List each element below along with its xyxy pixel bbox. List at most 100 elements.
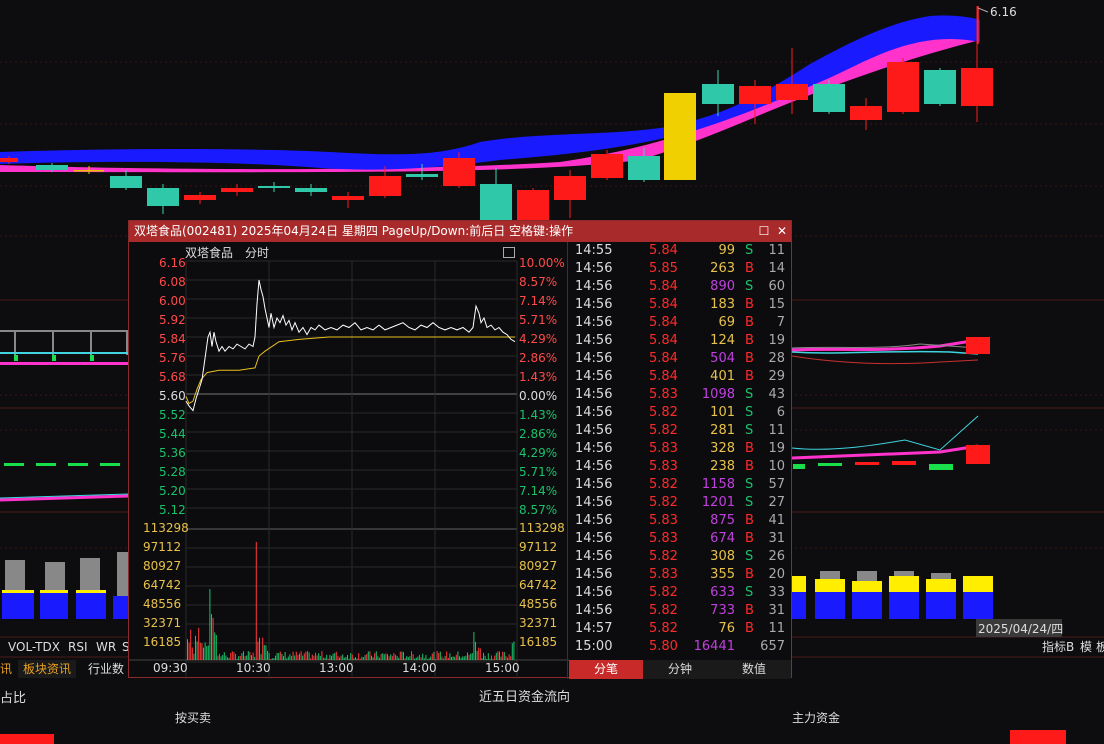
tick-time: 14:56: [575, 333, 613, 348]
tick-price: 5.83: [649, 567, 678, 582]
tick-count: 27: [768, 495, 785, 510]
tick-row[interactable]: 14:56 5.83 875 B 41: [569, 512, 791, 530]
tick-time: 14:56: [575, 261, 613, 276]
intraday-chart[interactable]: [129, 242, 569, 679]
indicator-tab-vol[interactable]: VOL-TDX: [8, 638, 60, 656]
volume-level-label: 64742: [143, 578, 182, 592]
percent-level-label: 1.43%: [519, 408, 558, 422]
tick-row[interactable]: 14:55 5.84 99 S 11: [569, 242, 791, 260]
ratio-label: 占比: [0, 691, 27, 706]
tick-price: 5.84: [649, 315, 678, 330]
tick-row[interactable]: 14:56 5.84 890 S 60: [569, 278, 791, 296]
candlestick: [406, 174, 438, 177]
tick-side: S: [745, 243, 754, 258]
candlestick: [184, 195, 216, 200]
tick-row[interactable]: 14:56 5.82 733 B 31: [569, 602, 791, 620]
tick-volume: 890: [710, 279, 735, 294]
time-axis-label: 14:00: [402, 661, 437, 675]
volume-level-label: 16185: [519, 635, 558, 649]
candlestick: [664, 93, 696, 180]
chart-settings-icon[interactable]: [503, 247, 515, 258]
mode-button[interactable]: 模: [1080, 638, 1092, 655]
percent-level-label: 7.14%: [519, 294, 558, 308]
tick-price: 5.84: [649, 369, 678, 384]
percent-level-label: 4.29%: [519, 446, 558, 460]
tick-time: 14:56: [575, 315, 613, 330]
tick-volume: 328: [710, 441, 735, 456]
price-level-label: 6.00: [159, 294, 186, 308]
tick-row[interactable]: 14:57 5.82 76 B 11: [569, 620, 791, 638]
tick-volume: 875: [710, 513, 735, 528]
bottom-tab-industry[interactable]: 行业数: [88, 660, 124, 678]
tab-minute[interactable]: 分钟: [643, 660, 717, 679]
tick-count: 20: [768, 567, 785, 582]
tick-count: 11: [768, 621, 785, 636]
buy-sell-label: 按买卖: [175, 711, 212, 725]
candlestick: [480, 184, 512, 220]
tick-time: 15:00: [575, 639, 613, 654]
tick-row[interactable]: 14:56 5.84 183 B 15: [569, 296, 791, 314]
tick-price: 5.84: [649, 297, 678, 312]
main-funds-label: 主力资金: [792, 711, 841, 725]
tick-row[interactable]: 14:56 5.83 238 B 10: [569, 458, 791, 476]
tick-row[interactable]: 14:56 5.84 69 B 7: [569, 314, 791, 332]
tick-row[interactable]: 14:56 5.83 1098 S 43: [569, 386, 791, 404]
tick-count: 11: [768, 423, 785, 438]
tick-side: S: [745, 549, 754, 564]
tick-volume: 401: [710, 369, 735, 384]
time-axis-label: 15:00: [485, 661, 520, 675]
tick-time: 14:56: [575, 549, 613, 564]
tick-time: 14:56: [575, 279, 613, 294]
indicator-b-button[interactable]: 指标B: [1042, 638, 1074, 655]
tick-time: 14:55: [575, 243, 613, 258]
tab-values[interactable]: 数值: [717, 660, 791, 679]
bottom-tab-sector-news[interactable]: 板块资讯: [18, 660, 76, 678]
tick-row[interactable]: 14:56 5.83 328 B 19: [569, 440, 791, 458]
tick-count: 14: [768, 261, 785, 276]
indicator-tab-rsi[interactable]: RSI: [68, 638, 88, 656]
tick-row[interactable]: 14:56 5.82 1201 S 27: [569, 494, 791, 512]
tick-volume: 1201: [701, 495, 735, 510]
candlestick: [443, 158, 475, 186]
tick-row[interactable]: 14:56 5.84 504 B 28: [569, 350, 791, 368]
close-icon[interactable]: ✕: [775, 224, 789, 238]
tick-volume: 16441: [693, 639, 735, 654]
tick-time: 14:56: [575, 567, 613, 582]
tick-count: 31: [768, 603, 785, 618]
tick-row[interactable]: 14:56 5.82 281 S 11: [569, 422, 791, 440]
volume-level-label: 32371: [143, 616, 182, 630]
tick-time: 14:56: [575, 423, 613, 438]
tick-row[interactable]: 14:56 5.83 674 B 31: [569, 530, 791, 548]
price-level-label: 5.52: [159, 408, 186, 422]
tick-volume: 504: [710, 351, 735, 366]
price-level-label: 5.44: [159, 427, 186, 441]
tick-row[interactable]: 14:56 5.83 355 B 20: [569, 566, 791, 584]
volume-level-label: 16185: [143, 635, 182, 649]
popup-title-bar[interactable]: 双塔食品(002481) 2025年04月24日 星期四 PageUp/Down…: [129, 221, 791, 242]
tick-row[interactable]: 14:56 5.82 101 S 6: [569, 404, 791, 422]
tick-side: S: [745, 495, 754, 510]
price-level-label: 5.92: [159, 313, 186, 327]
tick-row[interactable]: 14:56 5.82 308 S 26: [569, 548, 791, 566]
bottom-tab-news[interactable]: 讯: [0, 660, 12, 678]
candlestick: [0, 158, 18, 162]
maximize-icon[interactable]: ☐: [757, 224, 771, 238]
tick-row[interactable]: 14:56 5.84 124 B 19: [569, 332, 791, 350]
tick-row[interactable]: 14:56 5.82 633 S 33: [569, 584, 791, 602]
tick-side: B: [745, 603, 754, 618]
date-label: 2025/04/24/四: [978, 622, 1064, 636]
candlestick: [924, 70, 956, 104]
price-level-label: 5.68: [159, 370, 186, 384]
tick-row[interactable]: 14:56 5.85 263 B 14: [569, 260, 791, 278]
price-level-label: 5.12: [159, 503, 186, 517]
tick-price: 5.82: [649, 621, 678, 636]
tick-row[interactable]: 14:56 5.84 401 B 29: [569, 368, 791, 386]
extra-button[interactable]: 板: [1096, 638, 1104, 655]
tick-row[interactable]: 14:56 5.82 1158 S 57: [569, 476, 791, 494]
percent-level-label: 7.14%: [519, 484, 558, 498]
tick-row[interactable]: 15:00 5.80 16441 657: [569, 638, 791, 656]
indicator-tab-wr[interactable]: WR: [96, 638, 116, 656]
price-level-label: 5.20: [159, 484, 186, 498]
candlestick: [221, 188, 253, 192]
tab-ticks[interactable]: 分笔: [569, 660, 643, 679]
